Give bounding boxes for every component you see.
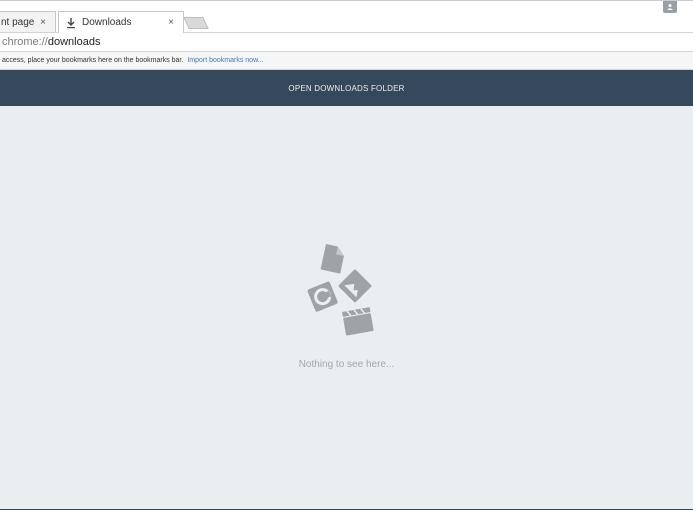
video-icon [342, 307, 374, 336]
tab-title: Downloads [82, 17, 132, 28]
download-icon [67, 17, 75, 28]
bookmarks-bar: access, place your bookmarks here on the… [0, 52, 693, 70]
bookmarks-message: access, place your bookmarks here on the… [2, 57, 184, 64]
new-tab-button[interactable] [183, 17, 209, 29]
close-icon[interactable]: × [37, 17, 49, 28]
empty-state-message: Nothing to see here... [298, 359, 395, 370]
address-bar[interactable]: chrome://downloads [0, 32, 693, 52]
empty-downloads-illustration [307, 244, 374, 336]
audio-icon [307, 281, 338, 312]
tab-strip: nt page of × Downloads × [0, 0, 693, 33]
person-icon [667, 4, 673, 10]
profile-button[interactable] [663, 1, 677, 13]
tab-downloads[interactable]: Downloads × [58, 11, 184, 33]
close-icon[interactable]: × [165, 17, 177, 28]
open-downloads-folder-button[interactable]: OPEN DOWNLOADS FOLDER [288, 84, 404, 93]
image-icon [338, 269, 372, 303]
downloads-header: OPEN DOWNLOADS FOLDER [0, 70, 693, 106]
downloads-list-area: Nothing to see here... [0, 106, 693, 510]
tab-previous[interactable]: nt page of × [0, 11, 56, 33]
tab-title: nt page of [1, 17, 37, 28]
url-scheme: chrome:// [2, 36, 48, 48]
url-path: downloads [47, 36, 101, 48]
document-icon [320, 244, 344, 274]
import-bookmarks-link[interactable]: Import bookmarks now... [187, 57, 263, 64]
